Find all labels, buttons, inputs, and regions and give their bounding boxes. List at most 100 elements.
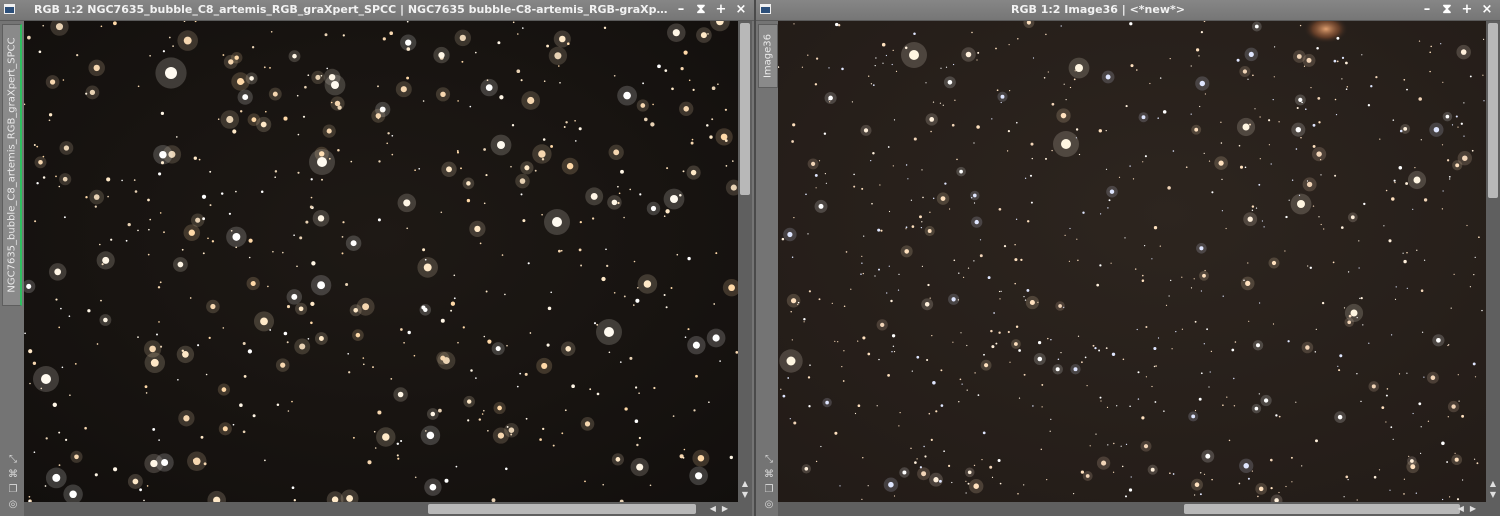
star [1220, 142, 1223, 144]
star [342, 221, 345, 224]
right-image-window[interactable]: RGB 1:2 Image36 | <*new*> – ⧗ + × Image3… [754, 0, 1500, 516]
star [510, 433, 513, 436]
star [183, 36, 192, 45]
star [226, 115, 234, 124]
right-vertical-scroll-thumb[interactable] [1488, 23, 1498, 198]
star [1136, 69, 1138, 71]
star [1130, 64, 1134, 68]
star [966, 389, 968, 391]
copy-icon[interactable]: ❐ [5, 482, 21, 497]
star [1436, 337, 1441, 343]
star [1403, 478, 1405, 480]
left-image-canvas[interactable] [24, 21, 738, 502]
star [282, 251, 284, 254]
right-vertical-scrollbar[interactable]: ▲ ▼ [1486, 21, 1500, 502]
link-icon[interactable]: ⌘ [5, 467, 21, 482]
right-horizontal-scroll-arrows[interactable]: ◀▶ [1458, 502, 1482, 516]
right-vertical-scroll-arrows[interactable]: ▲ ▼ [1486, 478, 1500, 500]
star [1045, 33, 1047, 36]
star [928, 412, 931, 415]
minimize-button[interactable]: – [1418, 0, 1436, 20]
link-icon[interactable]: ⌘ [761, 467, 777, 482]
left-horizontal-scrollbar[interactable]: ◀▶ [24, 502, 752, 516]
star [1015, 325, 1019, 329]
star [337, 148, 340, 152]
left-image-window[interactable]: RGB 1:2 NGC7635_bubble_C8_artemis_RGB_gr… [0, 0, 754, 516]
star [520, 79, 523, 82]
star [1190, 65, 1192, 67]
star [790, 298, 797, 304]
star [466, 181, 471, 186]
star [977, 394, 980, 396]
star [712, 334, 720, 342]
window-icon[interactable] [4, 4, 15, 14]
star [232, 423, 235, 426]
star [665, 306, 668, 309]
star [1141, 274, 1144, 277]
star [719, 360, 721, 362]
star [1255, 207, 1258, 209]
target-icon[interactable]: ◎ [761, 497, 777, 512]
star [564, 409, 567, 412]
left-window-titlebar[interactable]: RGB 1:2 NGC7635_bubble_C8_artemis_RGB_gr… [0, 0, 754, 21]
target-icon[interactable]: ◎ [5, 497, 21, 512]
star [1318, 216, 1320, 218]
star [565, 121, 568, 124]
star [1171, 348, 1173, 350]
right-view-id-label: Image36 [762, 33, 774, 79]
star [546, 44, 550, 48]
left-horizontal-scroll-arrows[interactable]: ◀▶ [710, 502, 734, 516]
star [84, 426, 87, 430]
right-window-titlebar[interactable]: RGB 1:2 Image36 | <*new*> – ⧗ + × [756, 0, 1500, 21]
left-horizontal-scroll-thumb[interactable] [428, 504, 696, 514]
star [1423, 376, 1425, 378]
left-vertical-scroll-thumb[interactable] [740, 23, 750, 195]
star [1447, 416, 1449, 418]
left-view-id-tab[interactable]: NGC7635_bubble_C8_artemis_RGB_graXpert_S… [2, 24, 22, 306]
shade-button[interactable]: ⧗ [692, 0, 710, 20]
left-vertical-scrollbar[interactable]: ▲ ▼ [738, 21, 752, 502]
right-view-id-tab[interactable]: Image36 [758, 24, 778, 88]
star [1169, 58, 1171, 60]
maximize-button[interactable]: + [1458, 0, 1476, 20]
pin-icon[interactable]: ⤡ [761, 452, 777, 467]
window-icon[interactable] [760, 4, 771, 14]
star [542, 138, 546, 141]
star [1420, 289, 1424, 292]
right-horizontal-scrollbar[interactable]: ◀▶ [778, 502, 1500, 516]
star [996, 89, 999, 92]
star [1172, 150, 1175, 152]
star [898, 425, 900, 427]
star [644, 117, 648, 122]
star [283, 331, 288, 336]
star [1247, 262, 1249, 264]
star [956, 158, 958, 161]
star [293, 499, 296, 502]
star [1239, 165, 1244, 169]
star [895, 70, 898, 72]
minimize-button[interactable]: – [672, 0, 690, 20]
star [948, 464, 951, 467]
maximize-button[interactable]: + [712, 0, 730, 20]
star [1055, 367, 1060, 372]
star [242, 342, 246, 345]
star [93, 194, 100, 200]
right-horizontal-scroll-thumb[interactable] [1184, 504, 1460, 514]
close-button[interactable]: × [1478, 0, 1496, 20]
star [1449, 178, 1451, 180]
pin-icon[interactable]: ⤡ [5, 452, 21, 467]
close-button[interactable]: × [732, 0, 750, 20]
star [633, 304, 635, 306]
star [1202, 273, 1206, 278]
star [36, 145, 39, 148]
right-image-canvas[interactable] [778, 21, 1486, 502]
shade-button[interactable]: ⧗ [1438, 0, 1456, 20]
star [976, 59, 978, 61]
star [1245, 280, 1251, 287]
star [421, 305, 426, 310]
star [341, 236, 344, 238]
star [1198, 397, 1202, 401]
left-vertical-scroll-arrows[interactable]: ▲ ▼ [738, 478, 752, 500]
star [342, 34, 345, 37]
copy-icon[interactable]: ❐ [761, 482, 777, 497]
